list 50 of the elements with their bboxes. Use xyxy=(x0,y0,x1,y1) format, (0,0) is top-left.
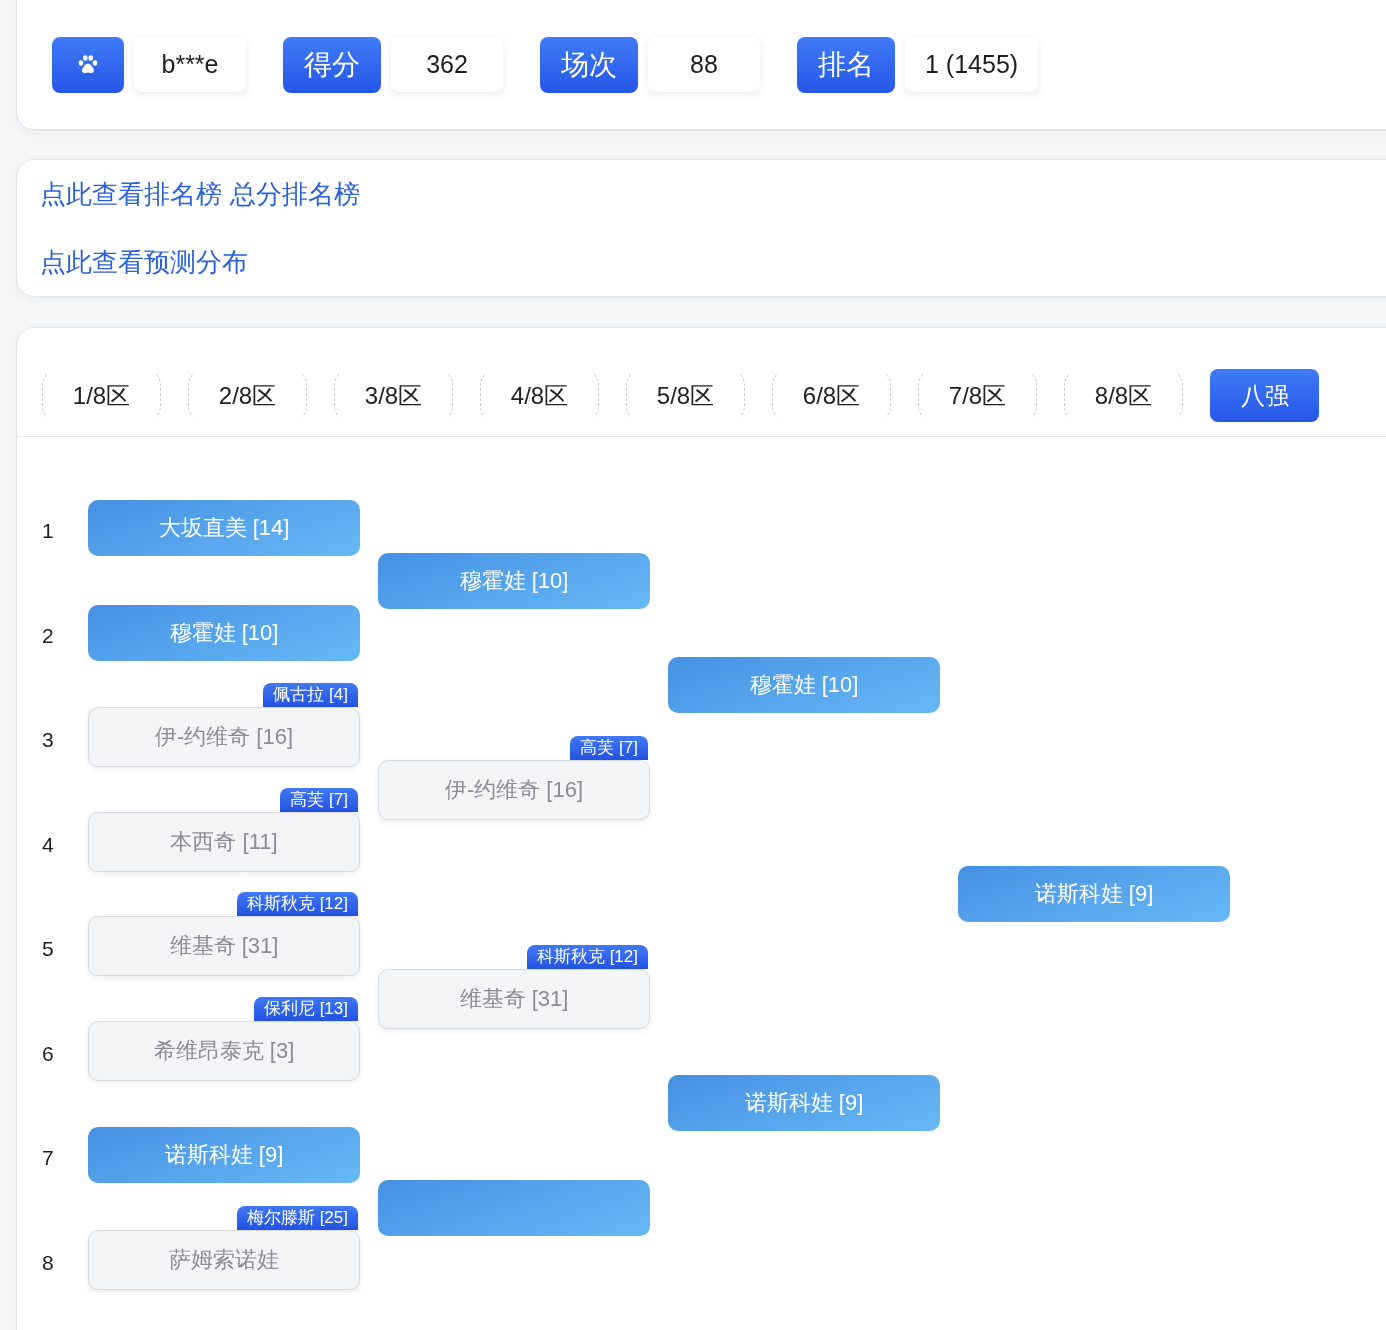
bracket-card[interactable]: 伊-约维奇 [16] xyxy=(378,759,650,820)
actual-winner-badge: 科斯秋克 [12] xyxy=(236,892,358,917)
region-tab[interactable]: 八强 xyxy=(1210,369,1319,422)
text-link[interactable]: 总分排名榜 xyxy=(230,176,360,212)
bracket-card[interactable]: 维基奇 [31] xyxy=(378,968,650,1029)
region-tab[interactable]: 1/8区 xyxy=(42,369,161,422)
user-name: b***e xyxy=(134,37,246,92)
stat-value: 88 xyxy=(648,37,760,92)
stat-label: 排名 xyxy=(797,37,895,93)
bracket-card[interactable]: 希维昂泰克 [3] xyxy=(88,1020,360,1081)
region-tab[interactable]: 4/8区 xyxy=(480,369,599,422)
seed-number: 7 xyxy=(42,1145,55,1171)
seed-number: 8 xyxy=(42,1249,55,1275)
actual-winner-badge: 保利尼 [13] xyxy=(253,996,358,1021)
seed-number: 4 xyxy=(42,831,55,857)
stat-value: 362 xyxy=(391,37,503,92)
bracket-card[interactable]: 本西奇 [11] xyxy=(88,811,360,872)
actual-winner-badge: 高芙 [7] xyxy=(570,735,648,760)
bracket-card[interactable]: 大坂直美 [14] xyxy=(88,500,360,557)
bracket-card[interactable]: 穆霍娃 [10] xyxy=(378,552,650,609)
actual-winner-badge: 科斯秋克 [12] xyxy=(526,944,648,969)
bracket-card[interactable]: 诺斯科娃 [9] xyxy=(958,866,1230,922)
bracket-card[interactable]: 穆霍娃 [10] xyxy=(88,604,360,661)
seed-number: 5 xyxy=(42,936,55,962)
region-tab[interactable]: 2/8区 xyxy=(188,369,307,422)
bracket-card[interactable]: 穆霍娃 [10] xyxy=(668,657,940,713)
stat-label: 得分 xyxy=(283,37,381,93)
actual-winner-badge: 梅尔滕斯 [25] xyxy=(236,1205,358,1230)
region-tab[interactable]: 8/8区 xyxy=(1064,369,1183,422)
seed-number: 3 xyxy=(42,727,55,753)
text-link[interactable]: 点此查看排名榜 xyxy=(40,176,222,212)
text-link[interactable]: 点此查看预测分布 xyxy=(40,244,248,280)
region-tab[interactable]: 3/8区 xyxy=(334,369,453,422)
stat-value: 1 (1455) xyxy=(905,37,1039,92)
bracket-card[interactable]: 萨姆索诺娃 xyxy=(88,1229,360,1290)
actual-winner-badge: 佩古拉 [4] xyxy=(263,683,358,708)
region-tab[interactable]: 6/8区 xyxy=(772,369,891,422)
paw-icon xyxy=(52,37,124,93)
bracket-card[interactable]: 维基奇 [31] xyxy=(88,916,360,977)
seed-number: 2 xyxy=(42,622,55,648)
region-tab[interactable]: 5/8区 xyxy=(626,369,745,422)
seed-number: 1 xyxy=(42,518,55,544)
bracket-card[interactable] xyxy=(378,1179,650,1236)
seed-number: 6 xyxy=(42,1040,55,1066)
stat-label: 场次 xyxy=(540,37,638,93)
bracket-card[interactable]: 诺斯科娃 [9] xyxy=(668,1075,940,1131)
bracket-card[interactable]: 伊-约维奇 [16] xyxy=(88,707,360,768)
bracket-card[interactable]: 诺斯科娃 [9] xyxy=(88,1127,360,1184)
actual-winner-badge: 高芙 [7] xyxy=(280,787,358,812)
region-tab[interactable]: 7/8区 xyxy=(918,369,1037,422)
